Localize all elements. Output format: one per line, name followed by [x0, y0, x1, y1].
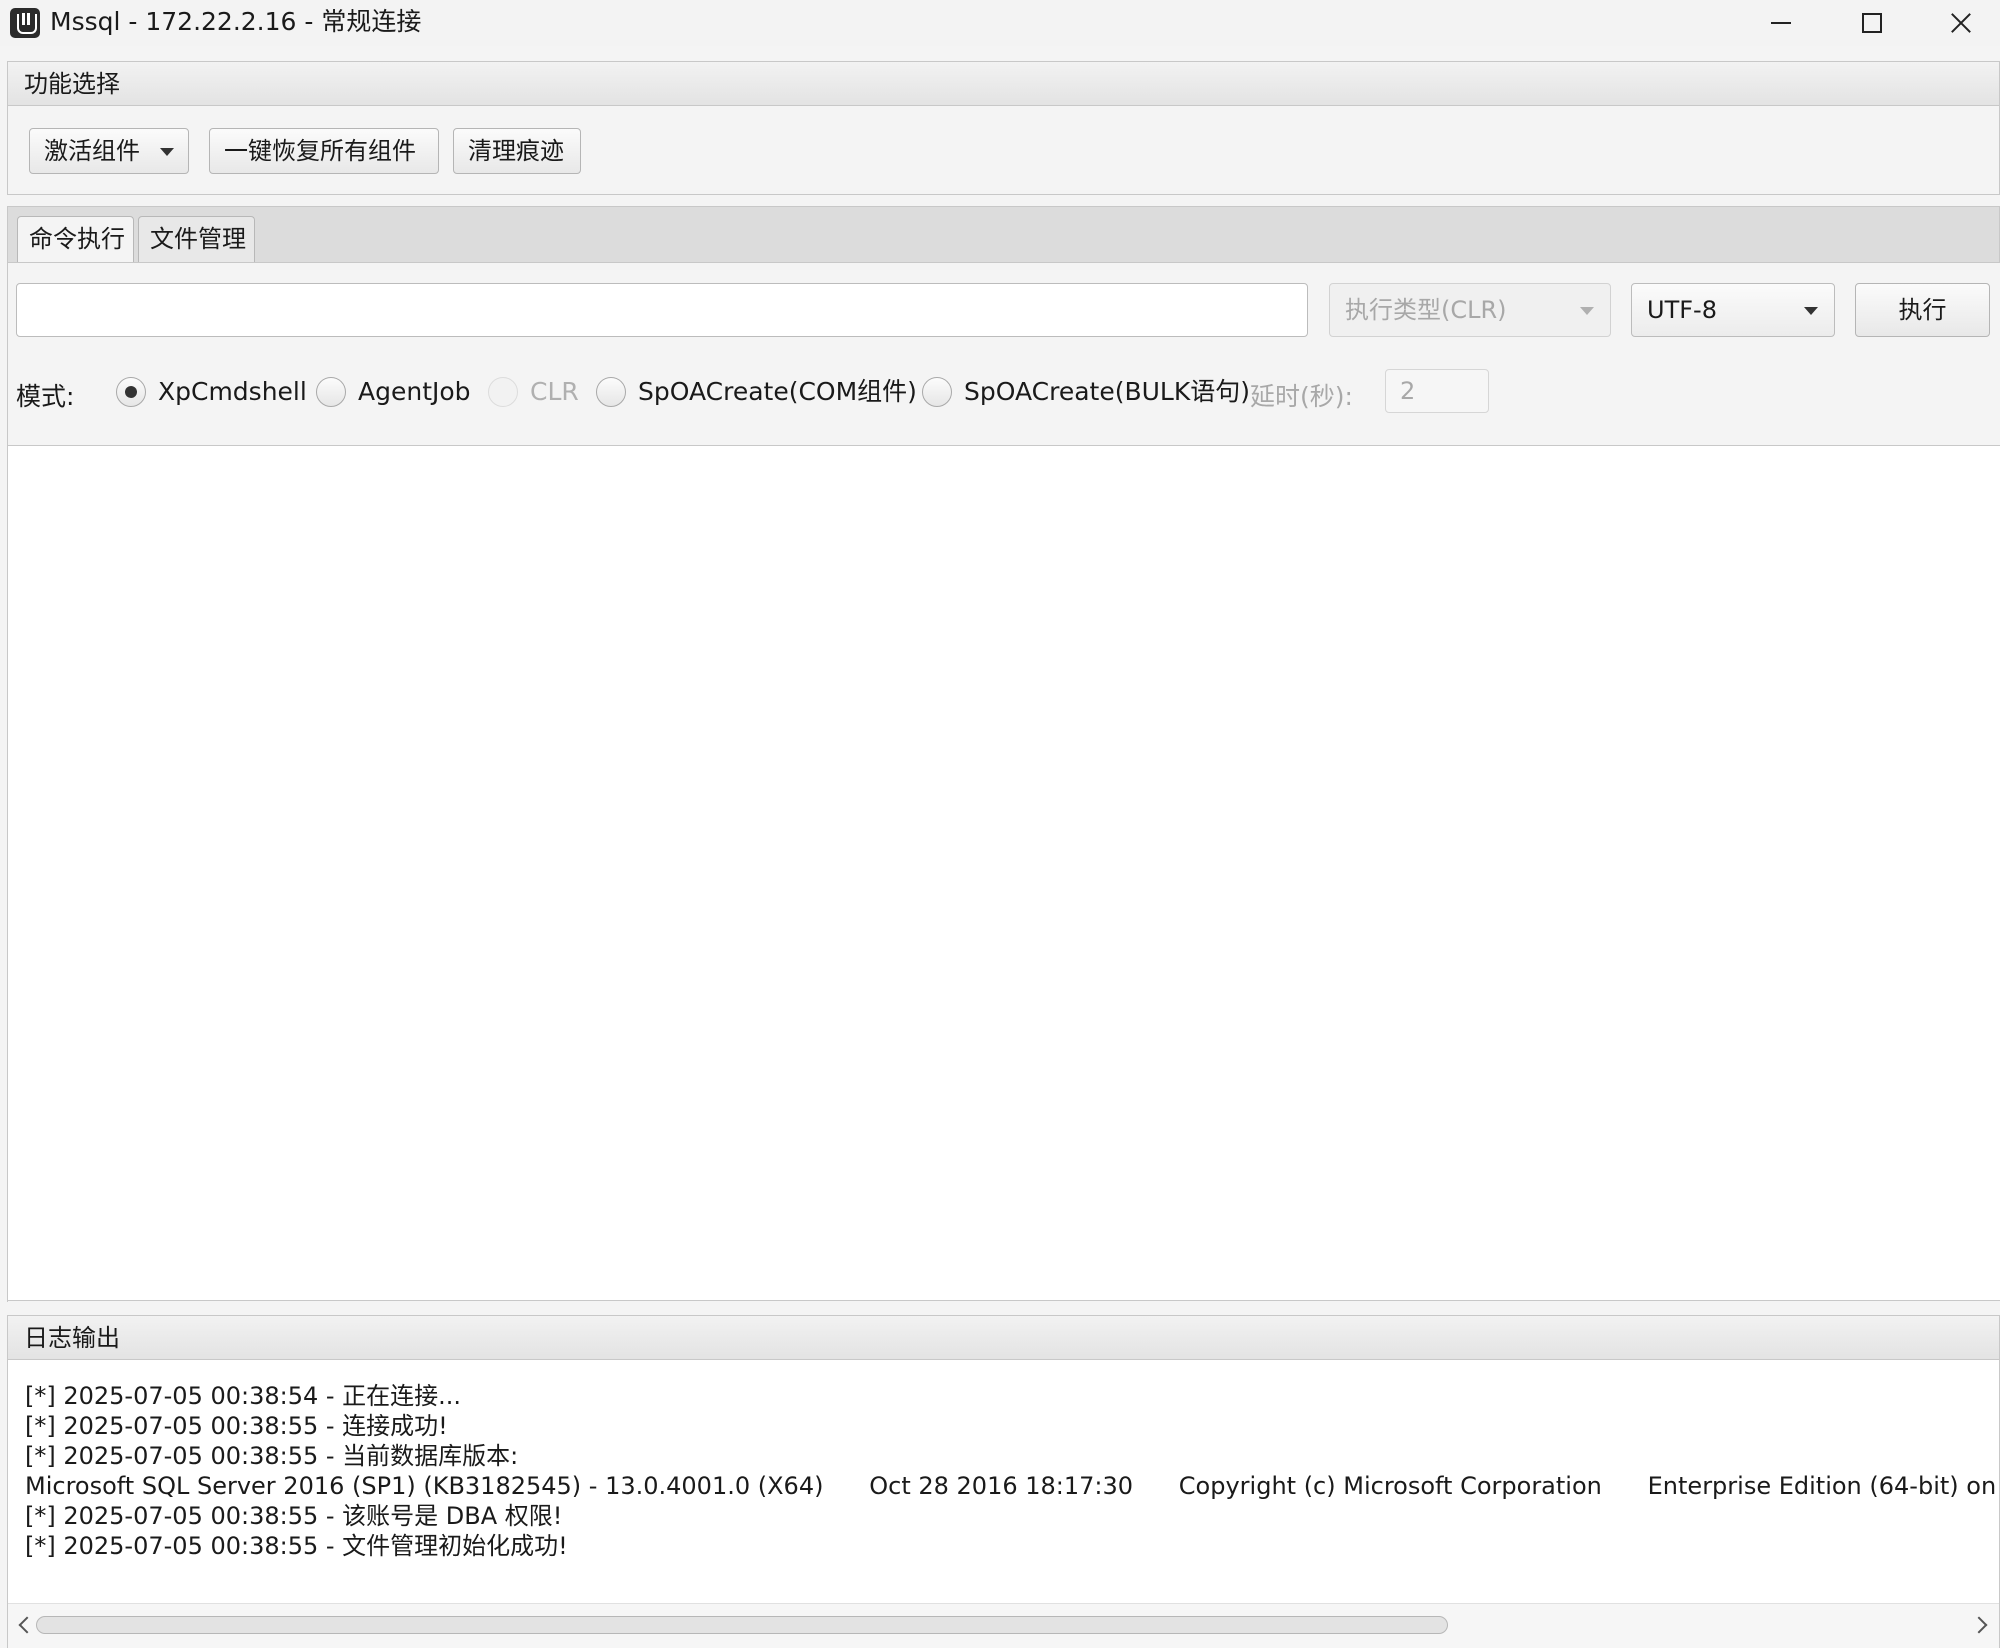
- tab-strip: 命令执行 文件管理: [7, 206, 2000, 264]
- log-line: Microsoft SQL Server 2016 (SP1) (KB31825…: [25, 1472, 1999, 1500]
- mssql-app-icon: [10, 8, 40, 38]
- exec-type-select: 执行类型(CLR): [1329, 283, 1611, 337]
- chevron-down-icon: [1580, 307, 1594, 315]
- chevron-left-icon[interactable]: [16, 1616, 34, 1634]
- delay-seconds-input: [1385, 369, 1489, 413]
- title-bar: Mssql - 172.22.2.16 - 常规连接: [0, 0, 2000, 46]
- restore-all-components-button[interactable]: 一键恢复所有组件: [209, 128, 439, 174]
- app-window: Mssql - 172.22.2.16 - 常规连接 功能选择 激活组件 一键恢…: [0, 0, 2000, 1648]
- log-pane-header[interactable]: 日志输出: [8, 1316, 1999, 1360]
- tab-command-execute[interactable]: 命令执行: [17, 216, 134, 264]
- log-line: [*] 2025-07-05 00:38:55 - 当前数据库版本:: [25, 1442, 519, 1470]
- scrollbar-thumb[interactable]: [36, 1616, 1448, 1634]
- command-tab-content: 执行类型(CLR) UTF-8 执行 模式: XpCmdshell AgentJ…: [7, 262, 2000, 1302]
- radio-circle: [922, 377, 952, 407]
- execute-button[interactable]: 执行: [1855, 283, 1990, 337]
- chevron-down-icon: [160, 148, 174, 156]
- close-button[interactable]: [1916, 0, 2000, 46]
- clean-traces-button[interactable]: 清理痕迹: [453, 128, 581, 174]
- log-output-text[interactable]: [*] 2025-07-05 00:38:54 - 正在连接... [*] 20…: [8, 1361, 1999, 1601]
- chevron-right-icon[interactable]: [1973, 1616, 1991, 1634]
- maximize-icon: [1862, 13, 1882, 33]
- minimize-icon: [1771, 22, 1791, 24]
- encoding-value: UTF-8: [1647, 296, 1717, 324]
- radio-label: SpOACreate(BULK语句): [964, 377, 1250, 406]
- delay-label: 延时(秒):: [1250, 382, 1353, 411]
- function-pane-header[interactable]: 功能选择: [8, 62, 1999, 106]
- activate-component-menu-button[interactable]: 激活组件: [29, 128, 189, 174]
- radio-selected-dot: [125, 386, 137, 398]
- mode-label: 模式:: [16, 382, 75, 411]
- chevron-down-icon: [1804, 307, 1818, 315]
- exec-type-value: 执行类型(CLR): [1345, 296, 1507, 324]
- log-pane: 日志输出 [*] 2025-07-05 00:38:54 - 正在连接... […: [7, 1315, 2000, 1648]
- radio-label: SpOACreate(COM组件): [638, 377, 917, 406]
- mode-radio-group: 模式: XpCmdshell AgentJob CLR SpOACreate(C…: [16, 369, 1976, 415]
- command-input[interactable]: [16, 283, 1308, 337]
- tab-file-manager[interactable]: 文件管理: [138, 216, 255, 263]
- encoding-select[interactable]: UTF-8: [1631, 283, 1835, 337]
- log-line: [*] 2025-07-05 00:38:54 - 正在连接...: [25, 1382, 462, 1410]
- radio-label: XpCmdshell: [158, 377, 307, 406]
- activate-component-label: 激活组件: [44, 137, 140, 165]
- radio-circle: [488, 377, 518, 407]
- radio-label: CLR: [530, 377, 579, 406]
- window-title: Mssql - 172.22.2.16 - 常规连接: [50, 7, 422, 36]
- horizontal-scrollbar[interactable]: [8, 1603, 1999, 1648]
- maximize-button[interactable]: [1826, 0, 1916, 46]
- function-pane: 功能选择 激活组件 一键恢复所有组件 清理痕迹: [7, 61, 2000, 195]
- log-line: [*] 2025-07-05 00:38:55 - 文件管理初始化成功!: [25, 1532, 568, 1560]
- radio-circle: [316, 377, 346, 407]
- command-output-area[interactable]: [8, 445, 2000, 1301]
- radio-label: AgentJob: [358, 377, 471, 406]
- minimize-button[interactable]: [1736, 0, 1826, 46]
- log-line: [*] 2025-07-05 00:38:55 - 该账号是 DBA 权限!: [25, 1502, 563, 1530]
- log-line: [*] 2025-07-05 00:38:55 - 连接成功!: [25, 1412, 448, 1440]
- radio-circle: [116, 377, 146, 407]
- radio-circle: [596, 377, 626, 407]
